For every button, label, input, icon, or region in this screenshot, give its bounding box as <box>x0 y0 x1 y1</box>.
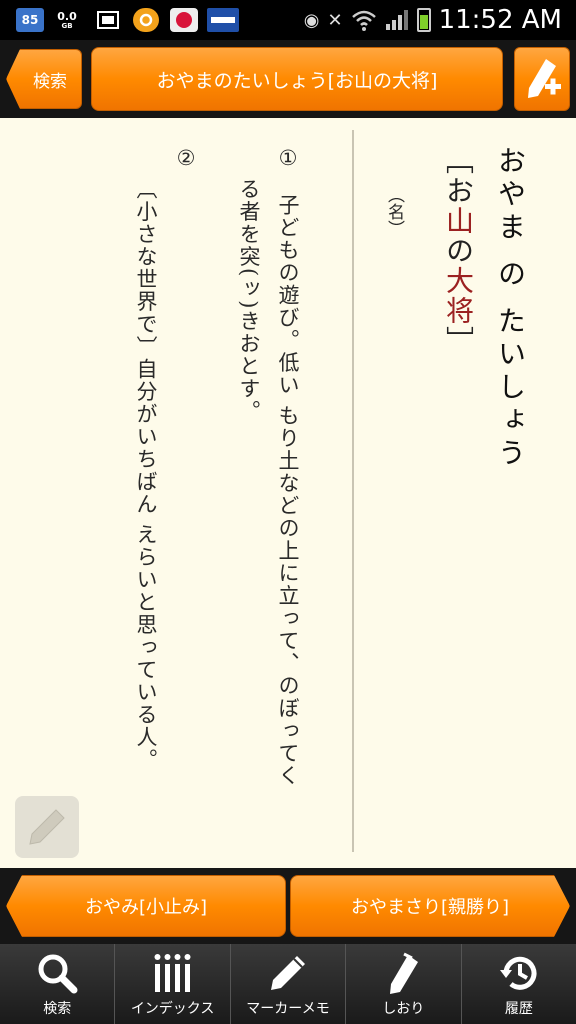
toolbar-marker-memo[interactable]: マーカーメモ <box>231 944 347 1024</box>
add-bookmark-button[interactable] <box>514 47 570 111</box>
signal-icon <box>385 10 408 30</box>
news-app-icon <box>207 8 239 32</box>
pencil-icon <box>29 809 65 845</box>
notification-count-icon: 85 <box>16 8 44 32</box>
bottom-toolbar: 検索 インデックス マーカーメモ しおり 履歴 <box>0 944 576 1024</box>
wifi-icon <box>351 10 376 31</box>
previous-entry-button[interactable]: おやみ[小止み] <box>6 875 286 937</box>
divider <box>352 130 354 852</box>
dictionary-entry: おやま の たいしょう ［お山の大将］ （名） ① 子どもの遊び。低い もり土な… <box>0 118 576 868</box>
app-notification-icon <box>170 8 198 32</box>
bookmark-icon <box>390 952 419 994</box>
toolbar-index[interactable]: インデックス <box>115 944 231 1024</box>
toolbar-bookmarks[interactable]: しおり <box>346 944 462 1024</box>
toolbar-search[interactable]: 検索 <box>0 944 116 1024</box>
definition-1: ① 子どもの遊び。低い もり土などの上に立って、のぼってく <box>276 146 300 788</box>
toolbar-history-label: 履歴 <box>504 1001 533 1017</box>
toolbar-search-label: 検索 <box>43 1001 72 1017</box>
add-bookmark-icon <box>528 59 561 98</box>
battery-icon <box>416 8 431 32</box>
index-icon <box>154 954 191 992</box>
toolbar-history[interactable]: 履歴 <box>462 944 576 1024</box>
data-usage-icon: 0.0 GB <box>57 9 77 30</box>
toolbar-index-label: インデックス <box>130 1001 215 1017</box>
back-button-label: 検索 <box>33 71 67 92</box>
part-of-speech: （名） <box>384 186 404 237</box>
definition-2: ② <box>174 146 198 172</box>
search-icon <box>38 954 78 994</box>
definition-1-continued: る者を突(ッ)きおとす。 <box>237 178 261 423</box>
previous-entry-label: おやみ[小止み] <box>84 897 208 918</box>
toolbar-bookmarks-label: しおり <box>382 1001 425 1017</box>
marker-memo-toggle[interactable] <box>15 796 79 858</box>
system-status-icons: ◉ ✕ 11:52 AM <box>304 4 562 36</box>
app-notification-icon <box>133 8 159 32</box>
header-bar: 検索 おやまのたいしょう[お山の大将] <box>0 40 576 118</box>
eye-icon: ◉ <box>303 9 320 31</box>
screenshot-icon <box>95 8 121 32</box>
entry-title-button[interactable]: おやまのたいしょう[お山の大将] <box>91 47 503 111</box>
status-bar: 85 0.0 GB ◉ ✕ 11:52 AM <box>0 0 576 40</box>
back-to-search-button[interactable]: 検索 <box>6 49 82 109</box>
next-entry-label: おやまさり[親勝り] <box>350 897 510 918</box>
history-icon <box>499 956 537 990</box>
pencil-icon <box>271 956 306 990</box>
next-entry-button[interactable]: おやまさり[親勝り] <box>290 875 570 937</box>
toolbar-marker-memo-label: マーカーメモ <box>246 1001 330 1017</box>
entry-navigation: おやみ[小止み] おやまさり[親勝り] <box>0 868 576 944</box>
clock: 11:52 AM <box>438 5 562 35</box>
definition-2-text: 〔小さな世界で〕自分がいちばん えらいと思っている人。 <box>134 178 158 772</box>
entry-title: おやまのたいしょう[お山の大将] <box>156 69 438 92</box>
mute-icon: ✕ <box>327 9 343 31</box>
headword: おやま の たいしょう <box>494 146 527 471</box>
kanji-notation: ［お山の大将］ <box>442 146 475 356</box>
